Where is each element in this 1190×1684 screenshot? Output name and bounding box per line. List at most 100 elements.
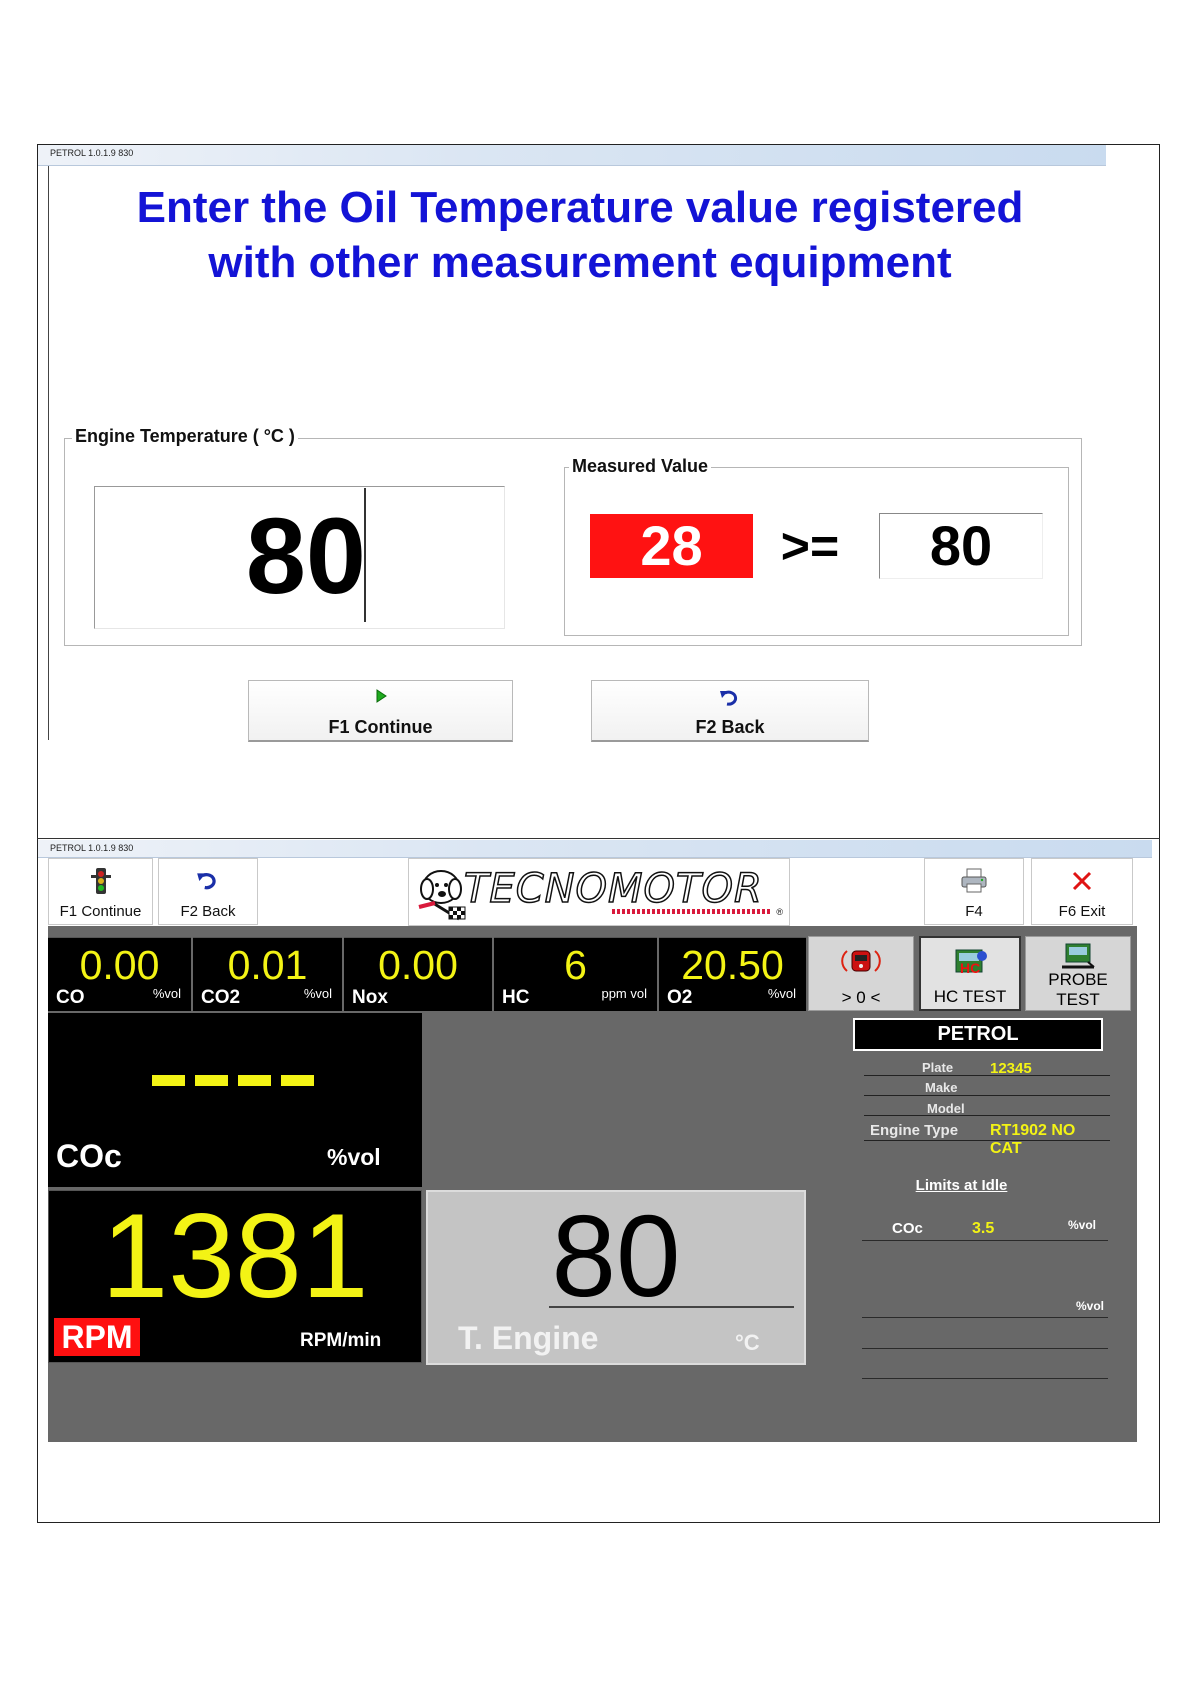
- model-row: Model: [864, 1098, 1110, 1116]
- probe-test-icon: [1026, 941, 1130, 971]
- gas-name: CO2: [201, 987, 241, 1008]
- undo-icon: [592, 689, 868, 709]
- measured-value-label: Measured Value: [569, 456, 712, 477]
- measured-target-value: 80: [879, 513, 1043, 579]
- probe-test-label-line1: PROBE: [1048, 970, 1108, 989]
- engine-type-value: RT1902 NO CAT: [990, 1122, 1076, 1157]
- probe-test-button[interactable]: PROBE TEST: [1025, 936, 1131, 1011]
- dash: [281, 1075, 314, 1086]
- zero-calibration-icon: [809, 945, 913, 975]
- analyzer-title: PETROL 1.0.1.9 830: [50, 843, 134, 853]
- undo-icon: [159, 867, 257, 895]
- limits-title: Limits at Idle: [915, 1177, 1008, 1194]
- plate-value: 12345: [990, 1060, 1032, 1077]
- svg-text:HC: HC: [960, 960, 980, 976]
- hc-test-button[interactable]: HC HC TEST: [919, 936, 1021, 1011]
- toolbar-exit-label: F6 Exit: [1058, 903, 1106, 920]
- gas-name: HC: [502, 987, 530, 1008]
- limit-divider: [862, 1317, 1108, 1318]
- engine-temp-underline: [549, 1306, 794, 1308]
- toolbar-print-button[interactable]: F4: [924, 858, 1024, 925]
- zero-calibration-button[interactable]: > 0 <: [808, 936, 914, 1011]
- gas-readout-co: 0.00 CO %vol: [48, 937, 191, 1011]
- limit-coc-value: 3.5: [972, 1220, 995, 1237]
- gas-value: 0.00: [378, 942, 458, 988]
- gas-readout-hc: 6 HC ppm vol: [494, 937, 657, 1011]
- make-label: Make: [925, 1080, 958, 1095]
- gas-name: CO: [56, 987, 85, 1008]
- gas-unit: %vol: [303, 986, 332, 1001]
- continue-button-label: F1 Continue: [328, 717, 433, 737]
- dash: [152, 1075, 185, 1086]
- gas-value: 0.00: [79, 942, 160, 988]
- probe-test-label: PROBE TEST: [1026, 970, 1130, 1010]
- limit-row2-unit: %vol: [1076, 1299, 1105, 1313]
- limit-coc-label: COc: [892, 1220, 923, 1237]
- gas-unit: %vol: [152, 986, 181, 1001]
- gas-unit: ppm vol: [601, 986, 647, 1001]
- coc-unit: %vol: [327, 1144, 381, 1170]
- back-button-label: F2 Back: [695, 717, 765, 737]
- instruction-text: Enter the Oil Temperature value register…: [60, 180, 1100, 290]
- rpm-value: 1381: [101, 1189, 369, 1323]
- plate-row: Plate 12345: [864, 1058, 1110, 1077]
- gas-value: 20.50: [681, 942, 784, 988]
- instruction-line-1: Enter the Oil Temperature value register…: [136, 183, 1024, 232]
- gas-name: Nox: [352, 987, 388, 1008]
- make-row: Make: [864, 1078, 1110, 1096]
- gas-readout-o2: 20.50 O2 %vol: [659, 937, 806, 1011]
- gas-name: O2: [667, 987, 693, 1008]
- coc-label: COc: [56, 1138, 122, 1174]
- dash: [195, 1075, 228, 1086]
- window-left-border: [48, 166, 49, 740]
- toolbar-print-label: F4: [965, 903, 983, 920]
- instruction-line-2: with other measurement equipment: [208, 238, 952, 287]
- limit-coc-unit: %vol: [1068, 1218, 1097, 1232]
- coc-value-placeholder: [152, 1075, 317, 1087]
- toolbar-exit-button[interactable]: F6 Exit: [1031, 858, 1133, 925]
- limit-divider: [862, 1378, 1108, 1379]
- gas-value: 0.01: [227, 942, 308, 988]
- engine-temp-unit: °C: [735, 1330, 760, 1355]
- comparison-operator: >=: [780, 518, 840, 574]
- limit-divider: [862, 1348, 1108, 1349]
- measured-current-value: 28: [590, 514, 753, 578]
- toolbar-continue-label: F1 Continue: [59, 903, 142, 920]
- gas-readout-co2: 0.01 CO2 %vol: [193, 937, 342, 1011]
- window-divider: [37, 838, 1160, 839]
- engine-temperature-input-value[interactable]: 80: [226, 496, 366, 616]
- play-icon: [249, 689, 512, 709]
- back-button[interactable]: F2 Back: [591, 680, 869, 742]
- toolbar-continue-button[interactable]: F1 Continue: [48, 858, 153, 925]
- gas-readout-nox: 0.00 Nox: [344, 937, 492, 1011]
- hc-test-label: HC TEST: [933, 987, 1007, 1006]
- probe-test-label-line2: TEST: [1056, 990, 1100, 1009]
- dash: [238, 1075, 271, 1086]
- plate-label: Plate: [922, 1060, 954, 1075]
- rpm-badge: RPM: [54, 1318, 140, 1356]
- zero-calibration-label: > 0 <: [841, 988, 881, 1007]
- gas-value: 6: [564, 942, 587, 988]
- printer-icon: [925, 867, 1023, 895]
- analyzer-title-bar: PETROL 1.0.1.9 830: [38, 840, 1152, 858]
- text-caret: [364, 488, 366, 622]
- brand-logo-stripe: [612, 909, 770, 914]
- engine-temp-label: T. Engine: [458, 1320, 599, 1356]
- close-icon: [1032, 867, 1132, 895]
- toolbar-back-label: F2 Back: [180, 903, 236, 920]
- engine-type-row: Engine Type RT1902 NO CAT: [864, 1121, 1110, 1157]
- engine-type-label: Engine Type: [870, 1122, 959, 1139]
- engine-temperature-label: Engine Temperature ( °C ): [72, 426, 298, 447]
- brand-logo-text: TECNOMOTOR: [463, 865, 763, 913]
- fuel-type-banner: PETROL: [853, 1018, 1103, 1051]
- gas-unit: %vol: [767, 986, 796, 1001]
- toolbar-back-button[interactable]: F2 Back: [158, 858, 258, 925]
- continue-button[interactable]: F1 Continue: [248, 680, 513, 742]
- rpm-unit: RPM/min: [300, 1330, 382, 1351]
- window-title-bar: PETROL 1.0.1.9 830: [38, 145, 1106, 166]
- limit-divider: [862, 1240, 1108, 1241]
- traffic-light-icon: [49, 867, 152, 895]
- model-label: Model: [927, 1101, 965, 1116]
- window-title: PETROL 1.0.1.9 830: [50, 148, 134, 158]
- hc-test-icon: HC: [921, 946, 1019, 976]
